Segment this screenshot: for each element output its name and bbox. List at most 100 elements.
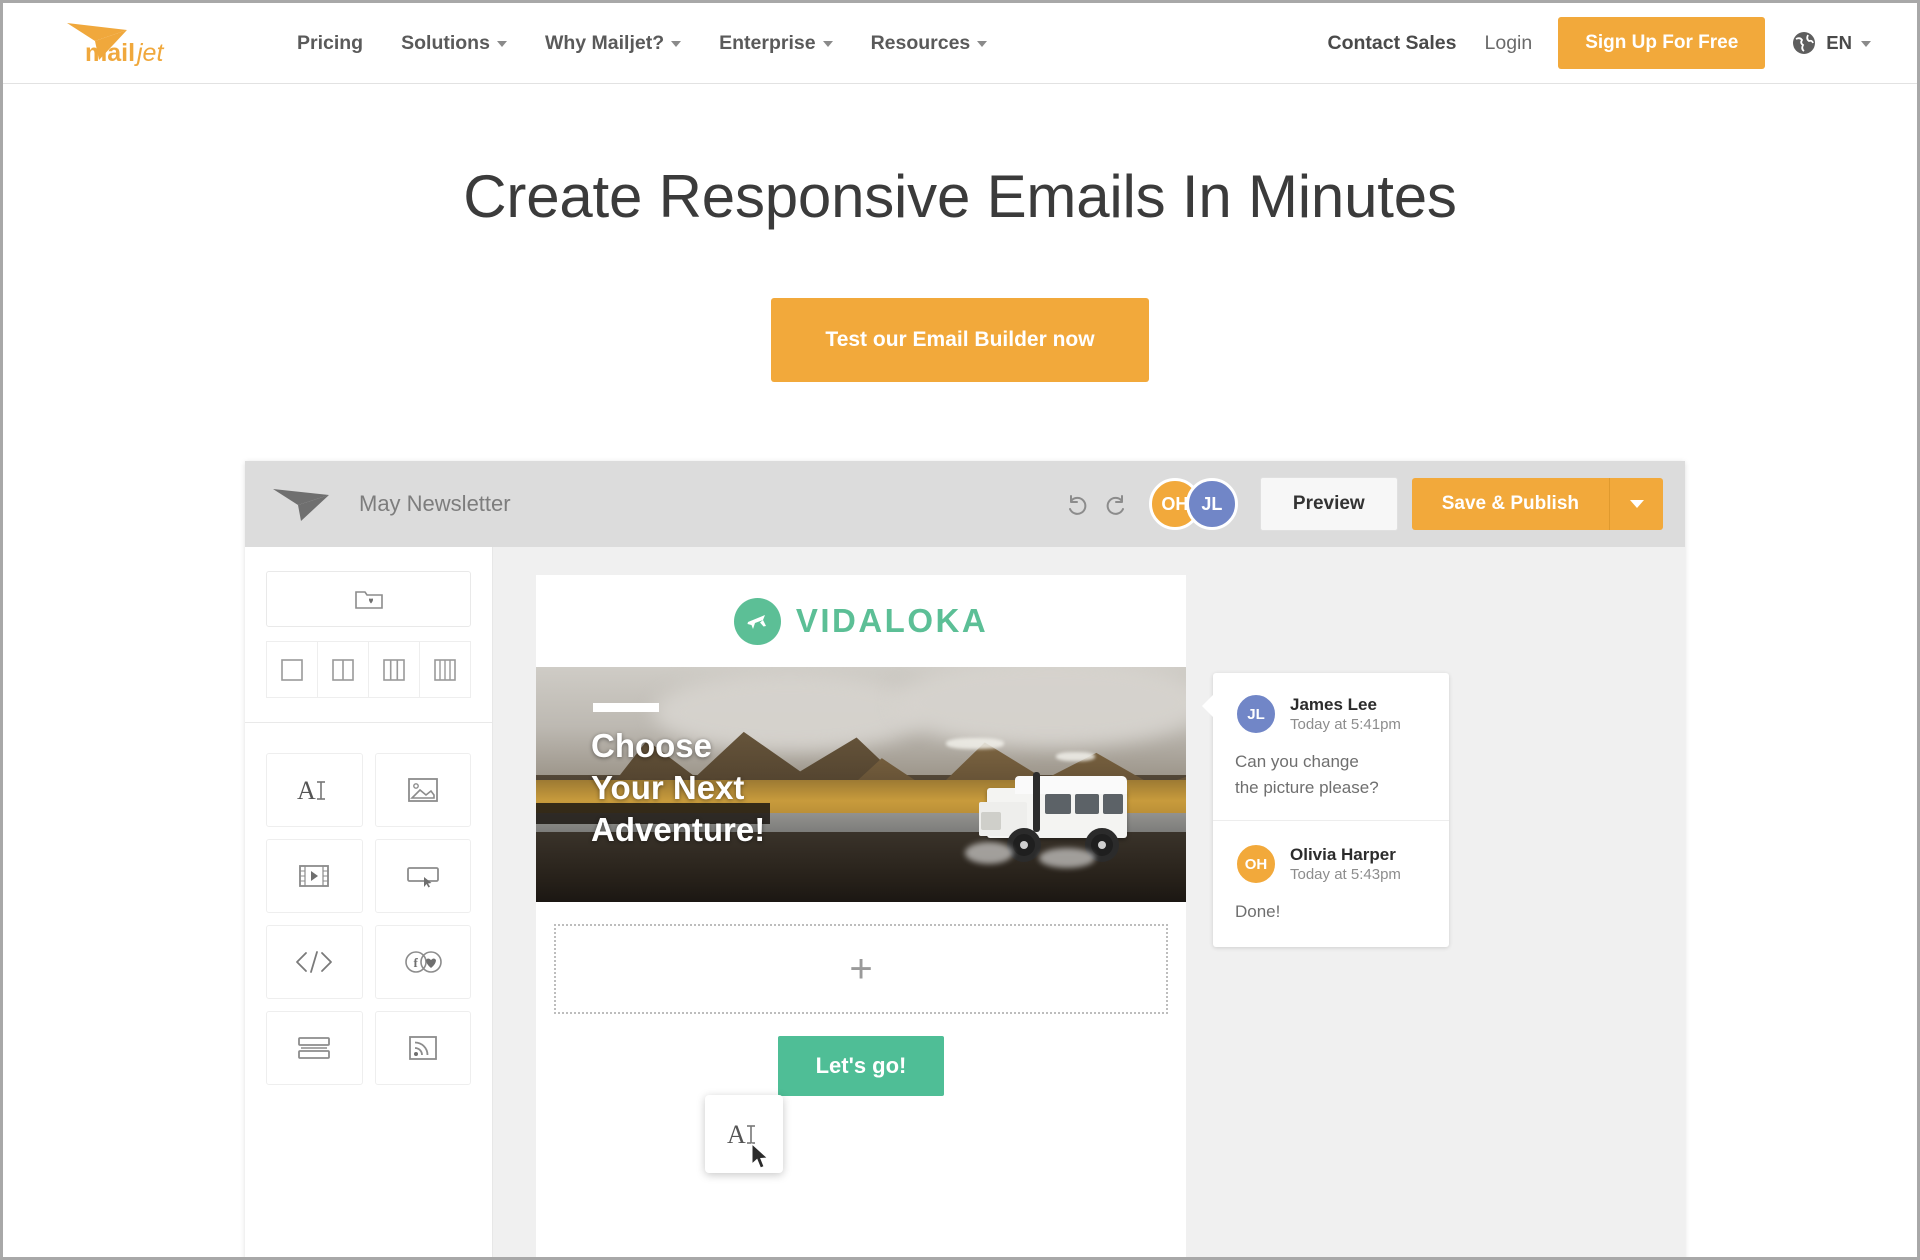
divider-tool[interactable] (266, 1011, 363, 1085)
content-tool-grid: A f (266, 753, 471, 1085)
text-tool[interactable]: A (266, 753, 363, 827)
rss-icon (408, 1036, 437, 1060)
preview-button[interactable]: Preview (1259, 477, 1398, 531)
nav-label: Pricing (297, 31, 364, 54)
undo-redo-group (1064, 491, 1129, 517)
truck-window (1102, 794, 1123, 815)
truck-snorkel (1032, 772, 1040, 833)
snow-patch (945, 737, 1004, 750)
nav-item-pricing[interactable]: Pricing (278, 32, 382, 55)
test-email-builder-button[interactable]: Test our Email Builder now (771, 298, 1149, 382)
video-tool[interactable] (266, 839, 363, 913)
chevron-down-icon (1861, 41, 1871, 47)
four-columns-icon (434, 658, 456, 681)
login-link[interactable]: Login (1485, 32, 1533, 55)
layout-4-columns[interactable] (420, 641, 471, 698)
collaborator-avatars: OH JL (1148, 478, 1238, 530)
vidaloka-logo: VIDALOKA (733, 597, 988, 645)
folder-heart-icon (354, 591, 383, 609)
headline-line: Choose (591, 727, 713, 764)
svg-text:A: A (727, 1120, 746, 1149)
nav-label: Why Mailjet? (544, 31, 665, 54)
comment-line: the picture please? (1235, 777, 1379, 797)
code-icon (296, 951, 333, 973)
button-icon (406, 867, 439, 888)
svg-text:f: f (413, 955, 418, 970)
contact-sales-link[interactable]: Contact Sales (1328, 32, 1457, 55)
document-title[interactable]: May Newsletter (359, 491, 511, 517)
comment-header: JL James Lee Today at 5:41pm (1235, 693, 1427, 735)
browser-page: mail jet Pricing Solutions Why Mailjet? … (0, 0, 1920, 1260)
snow-patch (1056, 751, 1095, 761)
redo-icon[interactable] (1103, 491, 1129, 517)
builder-body: A f VIDALOKA Choose Your Next Adventure!… (245, 547, 1685, 1257)
hero-section: Create Responsive Emails In Minutes Test… (3, 84, 1917, 382)
headline-line: Your Next (591, 769, 745, 807)
tool-sidebar: A f (245, 547, 493, 1257)
comment-timestamp: Today at 5:41pm (1290, 715, 1401, 733)
button-tool[interactable] (374, 839, 471, 913)
page-title: Create Responsive Emails In Minutes (463, 163, 1457, 230)
two-columns-icon (332, 658, 354, 681)
image-tool[interactable] (374, 753, 471, 827)
nav-item-resources[interactable]: Resources (852, 32, 1007, 55)
comment-line: Can you change (1235, 752, 1359, 771)
water-splash (964, 842, 1013, 865)
comment-author: James Lee (1290, 694, 1377, 714)
nav-label: Resources (870, 31, 971, 54)
publish-dropdown-button[interactable] (1609, 478, 1663, 530)
nav-item-solutions[interactable]: Solutions (382, 32, 526, 55)
site-navbar: mail jet Pricing Solutions Why Mailjet? … (3, 3, 1917, 84)
comment-card-james[interactable]: JL James Lee Today at 5:41pm Can you cha… (1202, 673, 1449, 947)
video-icon (299, 865, 330, 887)
chevron-down-icon (496, 41, 507, 47)
save-publish-button[interactable]: Save & Publish (1411, 478, 1609, 530)
svg-text:jet: jet (134, 39, 164, 67)
plus-icon: + (849, 947, 873, 991)
drop-zone[interactable]: + (554, 924, 1168, 1014)
headline-line: Adventure! (591, 811, 766, 849)
avatar-james[interactable]: JL (1185, 478, 1238, 530)
undo-icon[interactable] (1064, 491, 1090, 517)
lets-go-button[interactable]: Let's go! (777, 1036, 945, 1096)
layout-1-column[interactable] (266, 641, 318, 698)
comment-meta: James Lee Today at 5:41pm (1290, 694, 1401, 735)
email-document: VIDALOKA Choose Your Next Adventure! + L… (536, 575, 1186, 1257)
chevron-down-icon (822, 41, 833, 47)
email-logo-block[interactable]: VIDALOKA (536, 575, 1186, 667)
email-cta-row: Let's go! (536, 1014, 1186, 1096)
layout-3-columns[interactable] (369, 641, 420, 698)
divider-icon (298, 1037, 331, 1059)
saved-blocks-button[interactable] (266, 571, 471, 627)
rss-tool[interactable] (374, 1011, 471, 1085)
svg-text:A: A (297, 776, 316, 805)
dragged-text-tile[interactable]: A (705, 1095, 783, 1173)
html-tool[interactable] (266, 925, 363, 999)
truck-roof (1014, 776, 1127, 795)
comments-panel: JL James Lee Today at 5:41pm Can you cha… (1202, 673, 1449, 947)
email-builder-app: May Newsletter OH JL Preview Save & Publ… (245, 461, 1685, 1257)
nav-label: Enterprise (719, 31, 816, 54)
mailjet-mark-icon (273, 489, 329, 521)
nav-item-enterprise[interactable]: Enterprise (700, 32, 851, 55)
publish-group: Save & Publish (1411, 478, 1663, 530)
comment-body: Done! (1235, 899, 1427, 925)
comment-header: OH Olivia Harper Today at 5:43pm (1235, 843, 1427, 885)
sign-up-button[interactable]: Sign Up For Free (1558, 17, 1766, 69)
hero-headline: Choose Your Next Adventure! (591, 725, 765, 852)
chevron-down-icon (1629, 500, 1644, 508)
truck-window (1044, 794, 1071, 815)
mouse-cursor-icon (751, 1143, 769, 1169)
three-columns-icon (383, 658, 405, 681)
social-tool[interactable]: f (374, 925, 471, 999)
truck-grille (980, 812, 1001, 831)
nav-label: Solutions (401, 31, 490, 54)
truck-window (1074, 794, 1099, 815)
language-selector[interactable]: EN (1791, 30, 1871, 56)
social-icon: f (404, 951, 442, 973)
nav-item-why-mailjet[interactable]: Why Mailjet? (526, 32, 700, 55)
email-hero-image[interactable]: Choose Your Next Adventure! (536, 667, 1186, 902)
layout-2-columns[interactable] (318, 641, 369, 698)
land-rover-vehicle (964, 772, 1141, 869)
mailjet-logo[interactable]: mail jet (65, 13, 240, 73)
